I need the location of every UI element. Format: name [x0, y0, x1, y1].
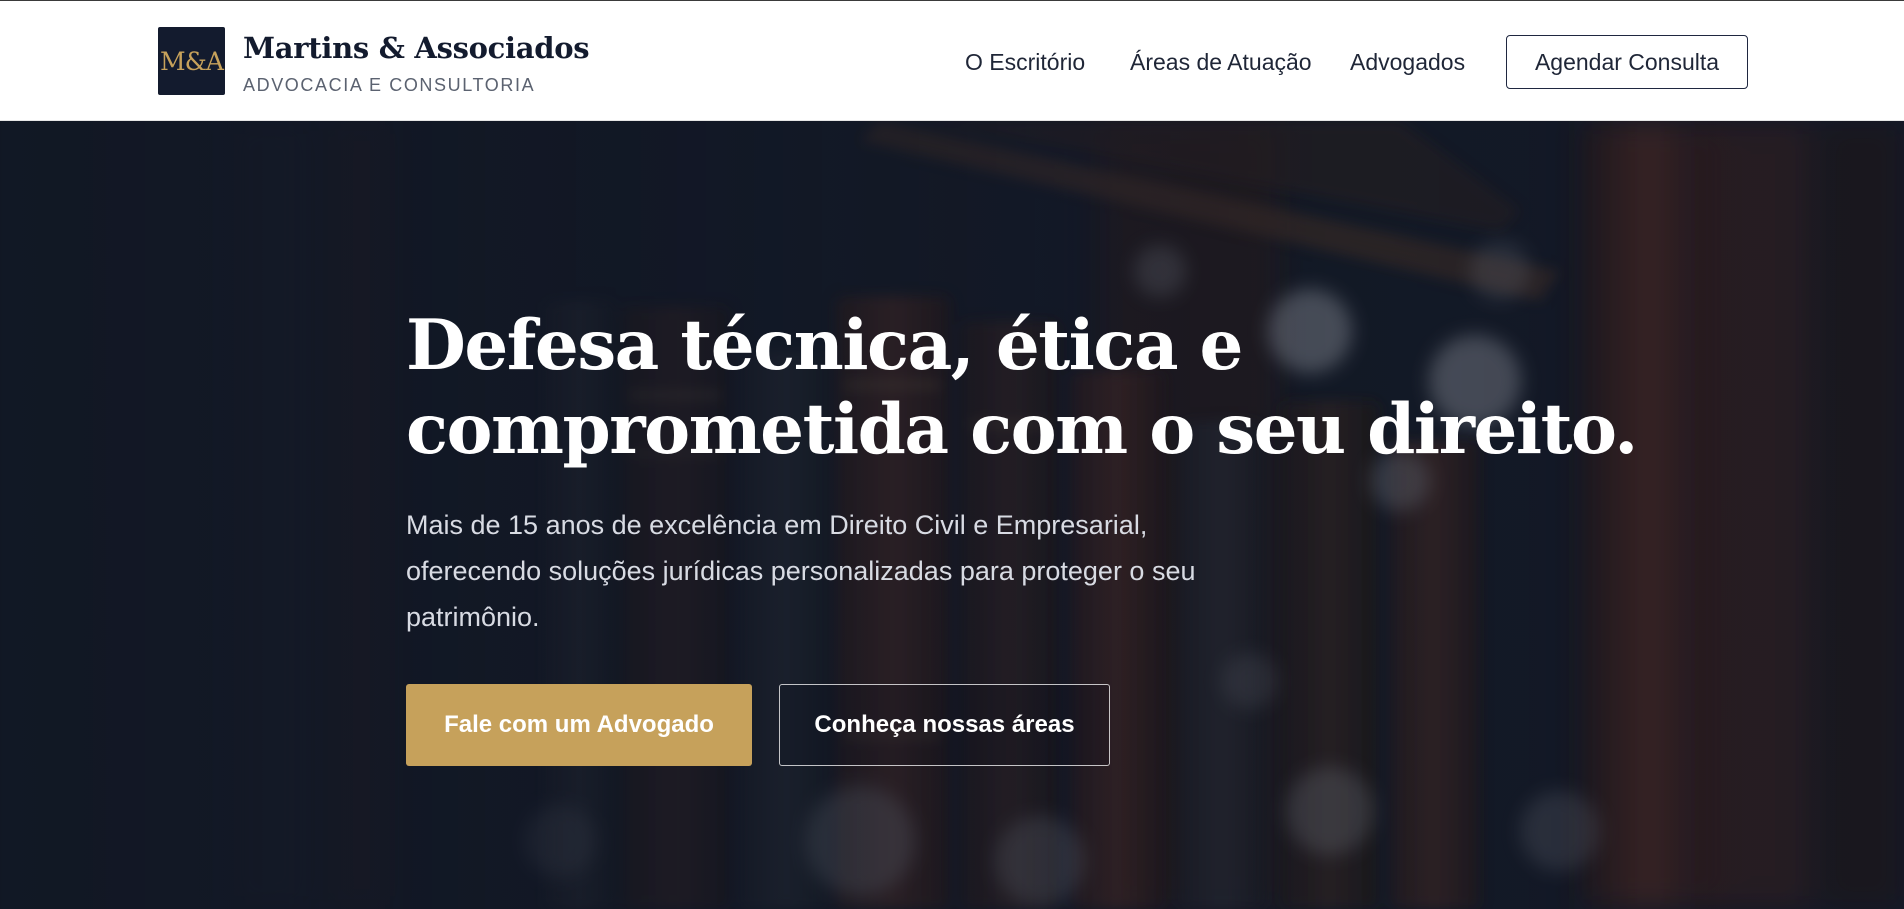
logo-monogram: M&A	[160, 46, 224, 76]
explore-areas-button[interactable]: Conheça nossas áreas	[779, 684, 1110, 766]
hero-title: Defesa técnica, ética e comprometida com…	[406, 304, 1638, 472]
nav-link-escritorio[interactable]: O Escritório	[965, 49, 1085, 76]
brand-subtitle: ADVOCACIA E CONSULTORIA	[243, 75, 536, 95]
hero-title-line-2: comprometida com o seu direito.	[406, 389, 1638, 470]
schedule-consultation-button[interactable]: Agendar Consulta	[1506, 35, 1748, 89]
site-header: M&A Martins & Associados ADVOCACIA E CON…	[0, 1, 1904, 121]
talk-to-lawyer-button[interactable]: Fale com um Advogado	[406, 684, 752, 766]
nav-link-areas-de-atuacao[interactable]: Áreas de Atuação	[1130, 49, 1312, 76]
hero-description: Mais de 15 anos de excelência em Direito…	[406, 510, 1196, 632]
logo-mark[interactable]: M&A	[158, 27, 225, 95]
nav-link-advogados[interactable]: Advogados	[1350, 49, 1465, 76]
hero-section: Defesa técnica, ética e comprometida com…	[0, 121, 1904, 909]
brand-name[interactable]: Martins & Associados	[243, 31, 590, 65]
hero-title-line-1: Defesa técnica, ética e	[406, 305, 1243, 386]
